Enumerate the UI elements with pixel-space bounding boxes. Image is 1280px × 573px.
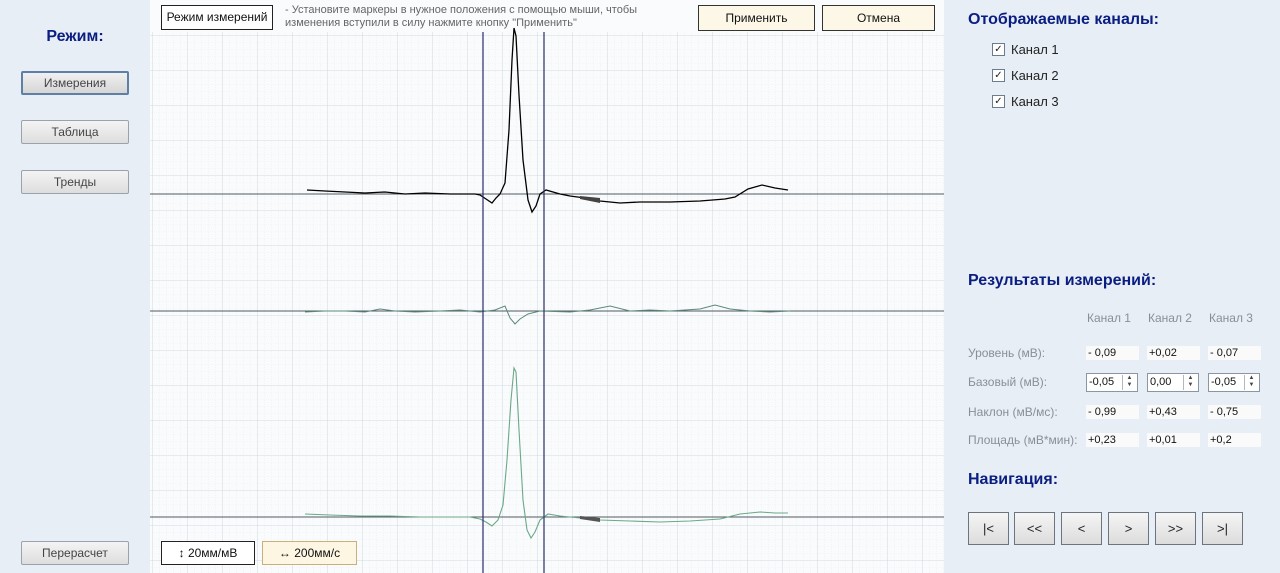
channel-3-label: Канал 3 — [1011, 94, 1059, 109]
nav-last-button[interactable]: >| — [1202, 512, 1243, 545]
measure-mode-label: Режим измерений — [161, 5, 273, 30]
checkbox-checked-icon[interactable]: ✓ — [992, 69, 1005, 82]
slope-value-channel-2: +0,43 — [1147, 405, 1200, 419]
area-value-channel-1: +0,23 — [1086, 433, 1139, 447]
slope-value-channel-3: - 0,75 — [1208, 405, 1261, 419]
slope-value-channel-1: - 0,99 — [1086, 405, 1139, 419]
base-spinner-channel-1[interactable]: -0,05 ▲ ▼ — [1086, 373, 1138, 392]
channels-title: Отображаемые каналы: — [968, 11, 1159, 28]
level-label: Уровень (мВ): — [968, 346, 1046, 360]
horizontal-scale-button[interactable]: ↔ 200мм/с — [262, 541, 357, 565]
base-value-channel-3: -0,05 — [1211, 376, 1237, 388]
spin-up-icon[interactable]: ▲ — [1245, 375, 1258, 382]
nav-first-button[interactable]: |< — [968, 512, 1009, 545]
level-value-channel-2: +0,02 — [1147, 346, 1200, 360]
nav-forward-button[interactable]: > — [1108, 512, 1149, 545]
area-value-channel-2: +0,01 — [1147, 433, 1200, 447]
results-header-channel-3: Канал 3 — [1209, 311, 1253, 325]
spin-up-icon[interactable]: ▲ — [1184, 375, 1197, 382]
checkbox-checked-icon[interactable]: ✓ — [992, 43, 1005, 56]
mode-sidebar: Режим: Измерения Таблица Тренды Перерасч… — [0, 0, 150, 573]
spin-down-icon[interactable]: ▼ — [1123, 382, 1136, 389]
base-value-channel-2: 0,00 — [1150, 376, 1172, 388]
navigation-title: Навигация: — [968, 471, 1059, 488]
slope-label: Наклон (мВ/мс): — [968, 405, 1058, 419]
base-spinner-channel-2[interactable]: 0,00 ▲ ▼ — [1147, 373, 1199, 392]
table-mode-button[interactable]: Таблица — [21, 120, 129, 144]
ecg-chart-svg[interactable] — [150, 0, 944, 573]
right-panel: Отображаемые каналы: ✓ Канал 1 ✓ Канал 2… — [944, 0, 1280, 573]
spin-down-icon[interactable]: ▼ — [1184, 382, 1197, 389]
base-spinner-channel-3[interactable]: -0,05 ▲ ▼ — [1208, 373, 1260, 392]
checkbox-checked-icon[interactable]: ✓ — [992, 95, 1005, 108]
level-value-channel-1: - 0,09 — [1086, 346, 1139, 360]
spin-down-icon[interactable]: ▼ — [1245, 382, 1258, 389]
recalc-button[interactable]: Перерасчет — [21, 541, 129, 565]
channel-1-label: Канал 1 — [1011, 42, 1059, 57]
ecg-chart-area[interactable]: Режим измерений - Установите маркеры в н… — [150, 0, 944, 573]
measure-mode-button[interactable]: Измерения — [21, 71, 129, 95]
channel-2-label: Канал 2 — [1011, 68, 1059, 83]
nav-fast-back-button[interactable]: << — [1014, 512, 1055, 545]
area-value-channel-3: +0,2 — [1208, 433, 1261, 447]
chart-grid — [150, 32, 944, 573]
base-label: Базовый (мВ): — [968, 375, 1048, 389]
cancel-button[interactable]: Отмена — [822, 5, 935, 31]
results-header-channel-1: Канал 1 — [1087, 311, 1131, 325]
level-value-channel-3: - 0,07 — [1208, 346, 1261, 360]
trends-mode-button[interactable]: Тренды — [21, 170, 129, 194]
base-value-channel-1: -0,05 — [1089, 376, 1115, 388]
apply-button[interactable]: Применить — [698, 5, 815, 31]
results-header-channel-2: Канал 2 — [1148, 311, 1192, 325]
area-label: Площадь (мВ*мин): — [968, 433, 1078, 447]
mode-title: Режим: — [46, 28, 104, 45]
spin-up-icon[interactable]: ▲ — [1123, 375, 1136, 382]
nav-back-button[interactable]: < — [1061, 512, 1102, 545]
marker-hint: - Установите маркеры в нужное положения … — [285, 4, 638, 29]
vertical-scale-button[interactable]: ↕ 20мм/мВ — [161, 541, 255, 565]
nav-fast-forward-button[interactable]: >> — [1155, 512, 1196, 545]
results-title: Результаты измерений: — [968, 272, 1157, 289]
